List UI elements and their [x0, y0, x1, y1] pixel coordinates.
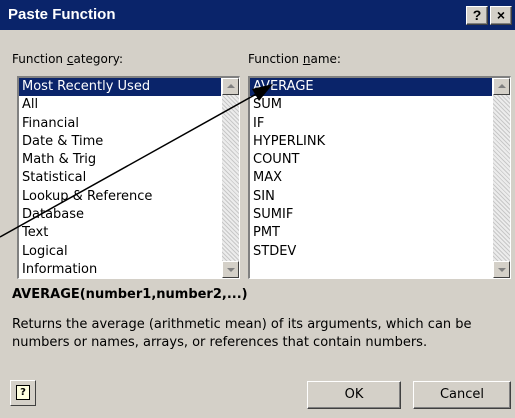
category-list-item[interactable]: Database: [19, 206, 221, 224]
down-arrow-icon[interactable]: [493, 261, 510, 278]
function-list-item[interactable]: MAX: [250, 169, 492, 187]
function-list-item[interactable]: COUNT: [250, 151, 492, 169]
function-list-item[interactable]: STDEV: [250, 243, 492, 261]
dialog-title: Paste Function: [8, 6, 116, 23]
function-description: Returns the average (arithmetic mean) of…: [12, 317, 472, 350]
category-list-item[interactable]: Most Recently Used: [19, 78, 221, 97]
category-list-item[interactable]: Information: [19, 261, 221, 278]
category-list-item[interactable]: Statistical: [19, 169, 221, 187]
up-arrow-icon[interactable]: [222, 78, 239, 95]
function-list-item[interactable]: SIN: [250, 188, 492, 206]
function-list-item[interactable]: HYPERLINK: [250, 133, 492, 151]
category-label: Function category:: [12, 52, 124, 66]
function-listbox[interactable]: AVERAGE SUM IF HYPERLINK COUNT MAX SIN SUMIF PMT…: [248, 76, 511, 279]
category-scrollbar[interactable]: [222, 78, 239, 278]
ok-button[interactable]: OK: [307, 381, 401, 409]
help-question-icon: ?: [16, 385, 30, 400]
title-bar[interactable]: Paste Function ? ×: [0, 0, 515, 30]
close-button[interactable]: ×: [490, 6, 512, 25]
function-list-item[interactable]: AVERAGE: [250, 78, 492, 97]
category-list-item[interactable]: Math & Trig: [19, 151, 221, 169]
category-list-item[interactable]: Logical: [19, 243, 221, 261]
up-arrow-icon[interactable]: [493, 78, 510, 95]
function-list-item[interactable]: SUMIF: [250, 206, 492, 224]
help-title-button[interactable]: ?: [466, 6, 488, 25]
category-list-item[interactable]: Lookup & Reference: [19, 188, 221, 206]
category-listbox[interactable]: Most Recently Used All Financial Date & Tim…: [17, 76, 240, 279]
function-list-item[interactable]: SUM: [250, 96, 492, 114]
down-arrow-icon[interactable]: [222, 261, 239, 278]
function-scrollbar[interactable]: [493, 78, 510, 278]
function-list-item[interactable]: IF: [250, 115, 492, 133]
paste-function-dialog: Paste Function ? × Function category: Mo…: [0, 0, 515, 418]
category-list-item[interactable]: Date & Time: [19, 133, 221, 151]
cancel-button[interactable]: Cancel: [413, 381, 511, 409]
function-syntax: AVERAGE(number1,number2,...): [12, 287, 248, 302]
category-list-item[interactable]: All: [19, 96, 221, 114]
function-name-label: Function name:: [248, 52, 341, 66]
category-list-item[interactable]: Financial: [19, 115, 221, 133]
office-assistant-button[interactable]: ?: [10, 380, 36, 406]
function-list-item[interactable]: PMT: [250, 224, 492, 242]
category-list-item[interactable]: Text: [19, 224, 221, 242]
